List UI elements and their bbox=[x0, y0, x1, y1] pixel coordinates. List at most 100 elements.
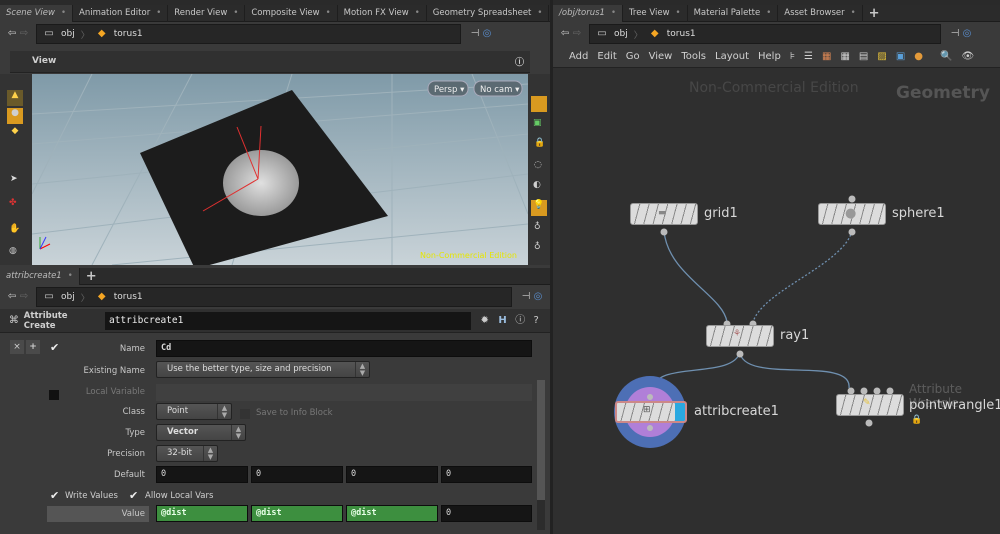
tab-animation-editor[interactable]: Animation Editor • bbox=[73, 4, 169, 22]
default-field-3[interactable]: 0 bbox=[346, 466, 438, 483]
tab-label: Scene View bbox=[6, 7, 55, 18]
lock-icon[interactable]: 🔒 bbox=[534, 138, 545, 148]
view-tool-icon[interactable]: ✋ bbox=[9, 224, 20, 234]
camera-button[interactable]: No cam ▾ bbox=[480, 85, 520, 95]
headlight-icon[interactable]: 💡 bbox=[531, 200, 547, 216]
info-icon[interactable]: ⓘ bbox=[514, 315, 526, 327]
type-menu[interactable]: Vector ▲ ▼ bbox=[156, 424, 246, 441]
tab-render-view[interactable]: Render View • bbox=[168, 4, 246, 22]
value-field-3[interactable]: @dist bbox=[346, 505, 438, 522]
light-icon[interactable]: ◌ bbox=[534, 160, 542, 170]
class-value: Point bbox=[167, 406, 189, 416]
name-field[interactable]: Cd bbox=[156, 340, 532, 357]
pin-icon[interactable]: ⊣ bbox=[520, 291, 532, 303]
tab-label: Motion FX View bbox=[343, 7, 409, 18]
path-root[interactable]: obj bbox=[61, 292, 75, 302]
move-tool-icon[interactable]: ● bbox=[7, 108, 23, 124]
wire-ray-wrangle bbox=[739, 351, 850, 389]
existing-name-value: Use the better type, size and precision bbox=[167, 364, 332, 374]
node-wires bbox=[614, 195, 894, 448]
path-node[interactable]: torus1 bbox=[114, 29, 143, 39]
node-label-attribcreate1[interactable]: attribcreate1 bbox=[694, 404, 779, 419]
persp-button[interactable]: Persp ▾ bbox=[434, 85, 465, 95]
node-attribcreate1[interactable]: ⊞ bbox=[615, 401, 687, 423]
path-field[interactable]: ▭ obj 〉 ◆ torus1 bbox=[36, 287, 512, 307]
default-field-2[interactable]: 0 bbox=[251, 466, 343, 483]
scrollbar-thumb[interactable] bbox=[537, 380, 545, 500]
light-3-icon[interactable]: ♁ bbox=[534, 242, 541, 252]
handle-tool-icon[interactable]: ◆ bbox=[7, 126, 23, 142]
transform-icon[interactable]: ✤ bbox=[9, 198, 17, 208]
viewport-watermark: Non-Commercial Edition bbox=[420, 251, 517, 260]
tab-label: Render View bbox=[174, 7, 228, 18]
gear-icon[interactable]: ✹ bbox=[479, 315, 491, 327]
tab-motion-fx-view[interactable]: Motion FX View • bbox=[338, 4, 427, 22]
value-label: Value bbox=[121, 509, 145, 519]
pin-icon[interactable]: ⊣ bbox=[469, 28, 481, 40]
precision-value: 32-bit bbox=[167, 448, 192, 458]
node-pointwrangle1[interactable]: ✎ bbox=[836, 394, 904, 416]
node-label-grid1[interactable]: grid1 bbox=[704, 206, 738, 221]
help-icon[interactable]: ⓘ bbox=[515, 55, 524, 68]
snapping-icon[interactable]: ◍ bbox=[9, 246, 17, 256]
value-field-2[interactable]: @dist bbox=[251, 505, 343, 522]
allow-local-vars-checkbox[interactable]: ✔ bbox=[129, 490, 140, 501]
link-icon[interactable]: ◎ bbox=[532, 291, 544, 303]
tab-composite-view[interactable]: Composite View • bbox=[245, 4, 338, 22]
viewport[interactable]: Non-Commercial Edition Persp ▾ No cam ▾ bbox=[32, 74, 528, 265]
tab-geometry-spreadsheet[interactable]: Geometry Spreadsheet • bbox=[427, 4, 550, 22]
sphere-node-icon: ● bbox=[845, 206, 857, 221]
write-values-checkbox[interactable]: ✔ bbox=[50, 490, 61, 501]
class-menu[interactable]: Point ▲ ▼ bbox=[156, 403, 232, 420]
path-field[interactable]: ▭ obj 〉 ◆ torus1 bbox=[36, 24, 461, 44]
ray-node-icon: ⚘ bbox=[733, 329, 742, 339]
ghost-icon[interactable]: ▣ bbox=[533, 118, 542, 128]
precision-menu[interactable]: 32-bit ▲ ▼ bbox=[156, 445, 218, 462]
path-root[interactable]: obj bbox=[61, 29, 75, 39]
shading-icon[interactable]: ◐ bbox=[533, 180, 541, 190]
houdini-icon[interactable]: H bbox=[497, 315, 509, 327]
value-field-4[interactable]: 0 bbox=[441, 505, 532, 522]
param-tabbar: attribcreate1 • + bbox=[0, 267, 550, 285]
wire-grid-ray bbox=[663, 230, 728, 323]
add-tab-icon[interactable]: + bbox=[80, 268, 103, 285]
select-tool-icon[interactable]: ▲ bbox=[7, 90, 23, 106]
display-options-icon[interactable] bbox=[531, 96, 547, 112]
network-pane: /obj/torus1 • Tree View • Material Palette… bbox=[553, 4, 1000, 534]
tab-label: attribcreate1 bbox=[6, 270, 62, 281]
attribcreate-node-icon: ⊞ bbox=[643, 405, 651, 415]
back-icon[interactable]: ⇦ bbox=[6, 28, 18, 40]
light-2-icon[interactable]: ♁ bbox=[534, 222, 541, 232]
pointer-icon[interactable]: ➤ bbox=[10, 174, 18, 184]
back-icon[interactable]: ⇦ bbox=[6, 291, 18, 303]
existing-name-label: Existing Name bbox=[83, 366, 145, 376]
tab-attribcreate1[interactable]: attribcreate1 • bbox=[0, 267, 80, 285]
right-toolbar: ▣ 🔒 ◌ ◐ 💡 ♁ ♁ bbox=[528, 74, 550, 265]
link-icon[interactable]: ◎ bbox=[481, 28, 493, 40]
node-label-sphere1[interactable]: sphere1 bbox=[892, 206, 945, 221]
default-field-1[interactable]: 0 bbox=[156, 466, 248, 483]
precision-label: Precision bbox=[107, 449, 145, 459]
node-label-pointwrangle1[interactable]: pointwrangle1 bbox=[909, 398, 1000, 413]
node-name-field[interactable]: attribcreate1 bbox=[104, 311, 471, 330]
param-scrollbar[interactable] bbox=[537, 380, 545, 530]
parameter-pane: attribcreate1 • + ⇦ ⇨ ▭ obj 〉 ◆ torus1 ⊣ ◎ ⌘ A… bbox=[0, 267, 550, 333]
forward-icon[interactable]: ⇨ bbox=[18, 291, 30, 303]
tab-scene-view[interactable]: Scene View • bbox=[0, 4, 73, 22]
node-label-ray1[interactable]: ray1 bbox=[780, 328, 809, 343]
param-path-bar: ⇦ ⇨ ▭ obj 〉 ◆ torus1 ⊣ ◎ bbox=[0, 285, 550, 309]
default-field-4[interactable]: 0 bbox=[441, 466, 532, 483]
help-icon[interactable]: ? bbox=[530, 315, 542, 327]
node-sphere1[interactable]: ● bbox=[818, 203, 886, 225]
node-grid1[interactable]: ▬ bbox=[630, 203, 698, 225]
existing-name-menu[interactable]: Use the better type, size and precision ▲… bbox=[156, 361, 370, 378]
value-field-1[interactable]: @dist bbox=[156, 505, 248, 522]
allow-local-vars-label: Allow Local Vars bbox=[145, 491, 214, 501]
path-node[interactable]: torus1 bbox=[114, 292, 143, 302]
remove-attribute-button[interactable]: × bbox=[10, 340, 24, 354]
save-info-checkbox[interactable] bbox=[240, 409, 250, 419]
node-ray1[interactable]: ⚘ bbox=[706, 325, 774, 347]
forward-icon[interactable]: ⇨ bbox=[18, 28, 30, 40]
local-variable-field[interactable] bbox=[156, 384, 532, 401]
add-attribute-button[interactable]: + bbox=[26, 340, 40, 354]
